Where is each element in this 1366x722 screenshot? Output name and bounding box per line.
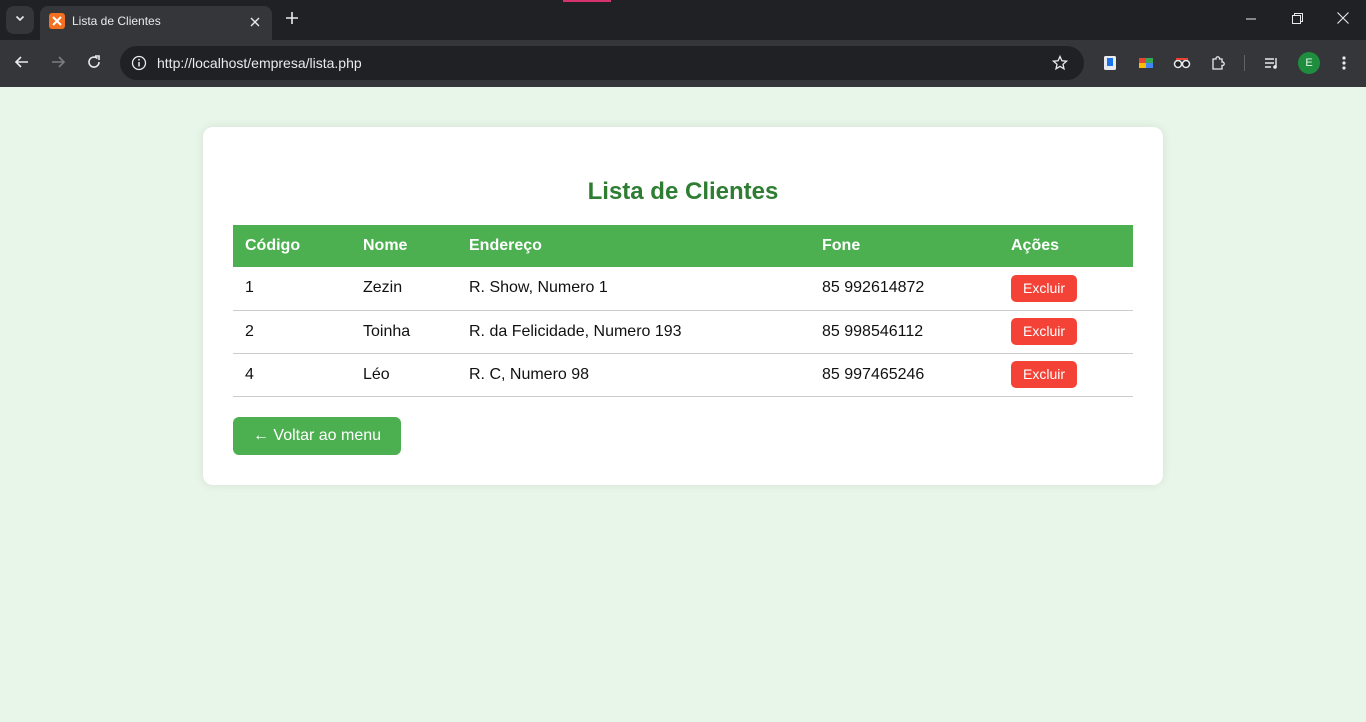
- browser-toolbar: http://localhost/empresa/lista.php E: [0, 40, 1366, 87]
- header-acoes: Ações: [999, 225, 1133, 267]
- delete-button[interactable]: Excluir: [1011, 361, 1078, 388]
- url-text: http://localhost/empresa/lista.php: [157, 55, 362, 71]
- content-card: Lista de Clientes Código Nome Endereço F…: [203, 127, 1163, 485]
- reload-button[interactable]: [80, 50, 108, 78]
- tab-bar: Lista de Clientes: [0, 0, 1366, 40]
- cell-fone: 85 997465246: [810, 353, 999, 397]
- close-window-button[interactable]: [1320, 0, 1366, 40]
- window-accent-mark: [563, 0, 611, 2]
- header-codigo: Código: [233, 225, 351, 267]
- header-endereco: Endereço: [457, 225, 810, 267]
- cell-acoes: Excluir: [999, 310, 1133, 354]
- restore-icon: [1291, 11, 1303, 29]
- extension-bookmark-icon[interactable]: [1099, 52, 1121, 74]
- reload-icon: [86, 54, 102, 75]
- cell-endereco: R. Show, Numero 1: [457, 267, 810, 311]
- table-row: 4 Léo R. C, Numero 98 85 997465246 Exclu…: [233, 353, 1133, 397]
- table-row: 1 Zezin R. Show, Numero 1 85 992614872 E…: [233, 267, 1133, 311]
- cell-codigo: 1: [233, 267, 351, 311]
- cell-nome: Léo: [351, 353, 457, 397]
- delete-button[interactable]: Excluir: [1011, 274, 1078, 302]
- table-header-row: Código Nome Endereço Fone Ações: [233, 225, 1133, 267]
- back-button[interactable]: [8, 50, 36, 78]
- profile-avatar[interactable]: E: [1298, 52, 1320, 74]
- cell-endereco: R. da Felicidade, Numero 193: [457, 310, 810, 354]
- clients-table: Código Nome Endereço Fone Ações 1 Zezin …: [233, 225, 1133, 397]
- forward-button[interactable]: [44, 50, 72, 78]
- delete-button[interactable]: Excluir: [1011, 318, 1078, 345]
- back-arrow-icon: [14, 54, 30, 75]
- kebab-menu-icon[interactable]: [1333, 52, 1355, 74]
- tab-active[interactable]: Lista de Clientes: [40, 6, 272, 40]
- minimize-icon: [1246, 11, 1256, 29]
- cell-fone: 85 998546112: [810, 310, 999, 354]
- cell-nome: Toinha: [351, 310, 457, 354]
- new-tab-button[interactable]: [280, 8, 304, 32]
- cell-nome: Zezin: [351, 267, 457, 311]
- extension-colors-icon[interactable]: [1135, 52, 1157, 74]
- cell-acoes: Excluir: [999, 353, 1133, 397]
- header-fone: Fone: [810, 225, 999, 267]
- star-icon[interactable]: [1048, 51, 1072, 75]
- close-icon[interactable]: [245, 12, 265, 32]
- close-window-icon: [1337, 11, 1349, 29]
- table-row: 2 Toinha R. da Felicidade, Numero 193 85…: [233, 310, 1133, 354]
- address-bar[interactable]: http://localhost/empresa/lista.php: [120, 46, 1084, 80]
- plus-icon: [285, 11, 299, 30]
- cell-endereco: R. C, Numero 98: [457, 353, 810, 397]
- page-title: Lista de Clientes: [587, 178, 779, 205]
- restore-button[interactable]: [1274, 0, 1320, 40]
- cell-fone: 85 992614872: [810, 267, 999, 311]
- puzzle-icon[interactable]: [1207, 52, 1229, 74]
- header-nome: Nome: [351, 225, 457, 267]
- toolbar-separator: [1244, 55, 1245, 71]
- chevron-down-icon: [14, 11, 26, 29]
- media-queue-icon[interactable]: [1261, 52, 1283, 74]
- site-info-icon[interactable]: [126, 50, 152, 76]
- xampp-favicon-icon: [49, 13, 65, 29]
- cell-codigo: 2: [233, 310, 351, 354]
- extension-glasses-icon[interactable]: [1171, 52, 1193, 74]
- tab-search-button[interactable]: [6, 6, 34, 34]
- cell-codigo: 4: [233, 353, 351, 397]
- tab-title: Lista de Clientes: [72, 14, 161, 28]
- forward-arrow-icon: [50, 54, 66, 75]
- minimize-button[interactable]: [1228, 0, 1274, 40]
- cell-acoes: Excluir: [999, 267, 1133, 311]
- back-to-menu-button[interactable]: ← Voltar ao menu: [233, 417, 401, 455]
